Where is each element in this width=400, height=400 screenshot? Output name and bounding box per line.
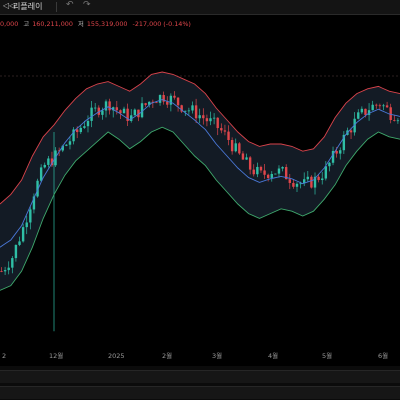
candle-body — [21, 227, 25, 242]
candle-body — [259, 166, 263, 171]
candle-body — [144, 103, 147, 105]
candle-body — [79, 127, 82, 133]
candle-body — [230, 140, 234, 152]
candle-body — [0, 271, 3, 272]
candle-body — [29, 209, 32, 223]
candle-body — [396, 120, 400, 122]
candle-body — [86, 120, 90, 127]
price-chart[interactable]: 2 12월 2025 2월 3월 4월 5월 6월 — [0, 0, 400, 366]
candle-body — [18, 241, 21, 245]
candle-body — [198, 115, 201, 119]
candle-body — [248, 157, 252, 170]
candle-body — [115, 107, 119, 111]
candle-body — [321, 178, 324, 181]
candle-body — [360, 108, 364, 113]
candle-body — [227, 131, 230, 141]
candle-body — [281, 167, 284, 169]
candle-body — [65, 144, 68, 146]
candle-body — [11, 258, 14, 268]
candle-body — [39, 167, 43, 181]
candle-body — [169, 95, 173, 105]
candle-body — [194, 105, 198, 119]
candle-body — [90, 107, 93, 121]
candle-body — [245, 157, 248, 160]
candle-body — [3, 270, 7, 272]
candle-body — [375, 104, 378, 106]
x-tick-label: 3월 — [212, 351, 222, 360]
candle-body — [68, 141, 72, 145]
candle-body — [212, 117, 216, 119]
candle-body — [263, 170, 266, 175]
x-tick-label: 2025 — [108, 352, 125, 360]
candle-body — [317, 176, 320, 181]
candle-body — [324, 166, 328, 179]
candle-body — [382, 105, 385, 107]
bottom-toolbar-row[interactable] — [0, 370, 400, 383]
candle-body — [306, 176, 310, 180]
bottom-panel — [0, 366, 400, 400]
candle-body — [277, 168, 281, 174]
candle-body — [202, 115, 205, 119]
candle-body — [385, 105, 389, 108]
candle-body — [184, 110, 187, 112]
candle-body — [288, 179, 291, 183]
candle-body — [93, 107, 97, 109]
candle-body — [328, 162, 331, 167]
candle-body — [252, 169, 255, 175]
candle-body — [389, 107, 392, 120]
candle-body — [191, 105, 194, 111]
candle-body — [108, 101, 111, 111]
candle-body — [122, 108, 126, 114]
x-tick-label: 2월 — [162, 351, 172, 360]
candle-body — [14, 244, 18, 259]
candle-body — [270, 173, 273, 178]
candle-body — [292, 182, 295, 187]
candle-body — [335, 150, 338, 154]
bollinger-band-fill — [0, 72, 400, 291]
x-tick-label: 4월 — [268, 351, 278, 360]
candle-body — [238, 143, 241, 154]
candle-body — [75, 129, 79, 133]
candle-body — [155, 102, 158, 104]
candle-body — [223, 130, 227, 132]
candle-body — [104, 101, 108, 111]
candle-body — [176, 97, 180, 106]
candle-body — [216, 117, 219, 129]
candle-body — [393, 119, 396, 121]
candle-body — [310, 176, 313, 188]
candle-body — [378, 105, 382, 107]
candle-body — [7, 267, 10, 271]
candle-body — [241, 153, 245, 160]
candle-body — [357, 112, 360, 119]
x-tick-label: 5월 — [322, 351, 332, 360]
candle-body — [256, 166, 259, 175]
candle-body — [266, 174, 270, 178]
candle-body — [173, 95, 176, 98]
candle-body — [220, 128, 223, 131]
candle-body — [209, 118, 212, 122]
candle-body — [101, 110, 104, 115]
candle-body — [187, 110, 191, 112]
candle-body — [43, 164, 46, 168]
candle-body — [349, 130, 353, 133]
candle-body — [339, 150, 342, 154]
candle-body — [274, 173, 277, 175]
candle-body — [295, 183, 299, 187]
candle-body — [83, 126, 86, 128]
x-tick-label: 12월 — [49, 351, 63, 360]
candle-body — [158, 95, 162, 103]
candle-body — [364, 108, 367, 115]
candle-body — [47, 158, 50, 165]
candle-body — [133, 109, 137, 116]
bottom-status-row — [0, 386, 400, 399]
x-tick-label: 6월 — [378, 351, 388, 360]
candle-body — [205, 118, 209, 122]
candle-body — [25, 222, 28, 228]
candle-body — [234, 143, 237, 152]
x-tick-label: 2 — [2, 352, 6, 360]
candle-body — [166, 101, 169, 105]
candle-body — [371, 104, 374, 111]
